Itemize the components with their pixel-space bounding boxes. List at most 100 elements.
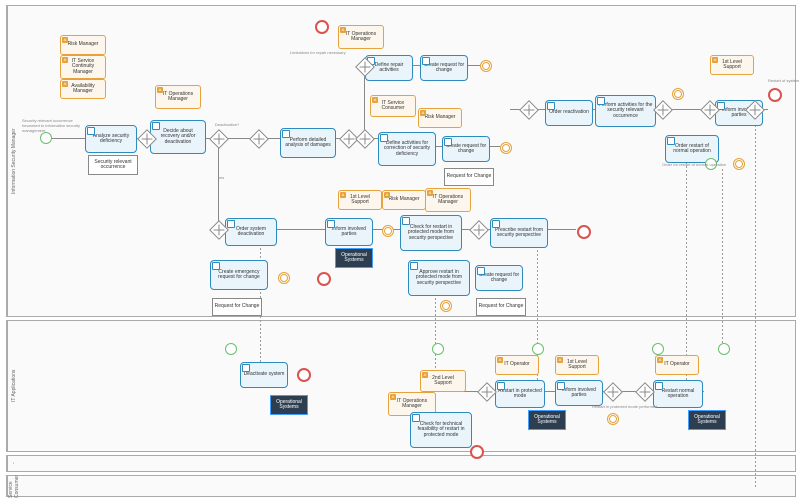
link-event[interactable] (532, 343, 544, 355)
task-prescribe-restart[interactable]: Prescribe restart from security perspect… (490, 218, 548, 248)
data-op-sys-3[interactable]: Operational Systems (528, 410, 566, 430)
task-emergency-rfc[interactable]: Create emergency request for change (210, 260, 268, 290)
role-it-ops-mgr[interactable]: AIT Operations Manager (155, 85, 201, 109)
role-risk-manager[interactable]: ARisk Manager (60, 35, 106, 55)
role-itscm[interactable]: AIT Service Continuity Manager (60, 55, 106, 79)
task-label: Decide about recovery and/or deactivatio… (153, 129, 203, 146)
role-it-ops-mgr-2[interactable]: AIT Operations Manager (338, 25, 384, 49)
data-label: Operational Systems (272, 400, 306, 411)
role-it-ops-mgr-3[interactable]: AIT Operations Manager (425, 188, 471, 212)
task-label: Order system deactivation (228, 227, 274, 238)
data-label: Operational Systems (690, 415, 724, 426)
task-analysis[interactable]: Perform detailed analysis of damages (280, 128, 336, 158)
intermediate-event[interactable] (382, 225, 394, 237)
task-label: Order reactivation (549, 110, 589, 116)
role-it-operator-2[interactable]: AIT Operator (655, 355, 699, 375)
role-2nd-level[interactable]: A2nd Level Support (420, 370, 466, 392)
role-label: Risk Manager (68, 42, 99, 48)
bpmn-canvas: Information Security Manager IT Applicat… (0, 0, 800, 500)
user-icon (492, 220, 500, 228)
end-event[interactable] (297, 368, 311, 382)
task-deactivate[interactable]: Deactivate system (240, 362, 288, 388)
role-risk-manager-3[interactable]: ARisk Manager (382, 190, 426, 210)
task-rfc-2[interactable]: Create request for change (442, 136, 490, 162)
task-order-deactivation[interactable]: Order system deactivation (225, 218, 277, 246)
intermediate-event[interactable] (733, 158, 745, 170)
task-rfc-3[interactable]: Create request for change (475, 265, 523, 291)
data-label: Operational Systems (337, 253, 371, 264)
user-icon (597, 97, 605, 105)
user-icon (667, 137, 675, 145)
task-define-correction[interactable]: Define activities for correction of secu… (378, 132, 436, 166)
task-inform-3[interactable]: Inform involved parties (555, 380, 603, 406)
end-label: Restart of system (768, 78, 799, 83)
lane-label: - (7, 456, 20, 471)
intermediate-event[interactable] (278, 272, 290, 284)
flow-label: yes (218, 175, 224, 180)
task-order-reactivation[interactable]: Order reactivation (545, 100, 593, 126)
intermediate-event[interactable] (480, 60, 492, 72)
role-label: IT Service Consumer (373, 101, 413, 112)
role-label: Availability Manager (63, 84, 103, 95)
intermediate-event[interactable] (672, 88, 684, 100)
user-icon (227, 220, 235, 228)
data-op-sys-2[interactable]: Operational Systems (270, 395, 308, 415)
intermediate-event[interactable] (440, 300, 452, 312)
event-label: Order for restart of normal operation (662, 162, 726, 167)
user-icon (327, 220, 335, 228)
end-event[interactable] (768, 88, 782, 102)
end-event[interactable] (577, 225, 591, 239)
data-op-sys-4[interactable]: Operational Systems (688, 410, 726, 430)
task-restart-normal[interactable]: Restart normal operation (653, 380, 703, 408)
task-label: Restart normal operation (656, 389, 700, 400)
task-check-restart[interactable]: Check for restart in protected mode from… (400, 215, 462, 251)
start-event[interactable] (40, 132, 52, 144)
user-icon (87, 127, 95, 135)
task-approve-restart[interactable]: Approve restart in protected mode from s… (408, 260, 470, 296)
end-event[interactable] (315, 20, 329, 34)
data-rfc-2[interactable]: Request for Change (444, 168, 494, 186)
role-label: 1st Level Support (713, 60, 751, 71)
user-icon (497, 382, 505, 390)
role-it-service-consumer[interactable]: AIT Service Consumer (370, 95, 416, 117)
lane-service-consumer: Service Consumer (6, 475, 796, 497)
data-label: Security relevant occurrence (90, 160, 136, 171)
intermediate-event[interactable] (500, 142, 512, 154)
data-op-sys-1[interactable]: Operational Systems (335, 248, 373, 268)
flow (50, 138, 85, 139)
role-1st-level[interactable]: A1st Level Support (338, 190, 382, 210)
flow-label: Limitations for repair necessary (290, 50, 346, 55)
user-icon (412, 414, 420, 422)
task-perform-activities[interactable]: Perform activities for the security rele… (595, 95, 656, 127)
task-rfc-1[interactable]: Create request for change (420, 55, 468, 81)
user-icon (547, 102, 555, 110)
role-label: 1st Level Support (558, 360, 596, 371)
role-risk-manager-2[interactable]: ARisk Manager (418, 108, 462, 128)
data-label: Request for Change (479, 304, 524, 310)
role-it-operator[interactable]: AIT Operator (495, 355, 539, 375)
task-inform-2[interactable]: Inform involved parties (325, 218, 373, 246)
role-1st-level-2[interactable]: A1st Level Support (710, 55, 754, 75)
user-icon (402, 217, 410, 225)
lane-label: Information Security Manager (7, 6, 20, 316)
task-decide[interactable]: Decide about recovery and/or deactivatio… (150, 120, 206, 154)
data-rfc-3[interactable]: Request for Change (476, 298, 526, 316)
data-security-occurrence[interactable]: Security relevant occurrence (88, 155, 138, 175)
user-icon (380, 134, 388, 142)
task-label: Restart in protected mode (498, 389, 542, 400)
role-1st-level-3[interactable]: A1st Level Support (555, 355, 599, 375)
end-event[interactable] (317, 272, 331, 286)
link-event[interactable] (225, 343, 237, 355)
data-rfc-1[interactable]: Request for Change (212, 298, 262, 316)
link-event[interactable] (652, 343, 664, 355)
start-label: Security relevant occurrence forwarded t… (22, 118, 82, 133)
link-event[interactable] (718, 343, 730, 355)
task-label: Inform involved parties (328, 227, 370, 238)
end-event[interactable] (470, 445, 484, 459)
task-check-feasibility[interactable]: Check for technical feasibility of resta… (410, 412, 472, 448)
link-event[interactable] (432, 343, 444, 355)
task-analyze[interactable]: Analyze security deficiency (85, 125, 137, 153)
task-restart-protected[interactable]: Restart in protected mode (495, 380, 545, 408)
role-availability-manager[interactable]: AAvailability Manager (60, 79, 106, 99)
intermediate-event[interactable] (607, 413, 619, 425)
